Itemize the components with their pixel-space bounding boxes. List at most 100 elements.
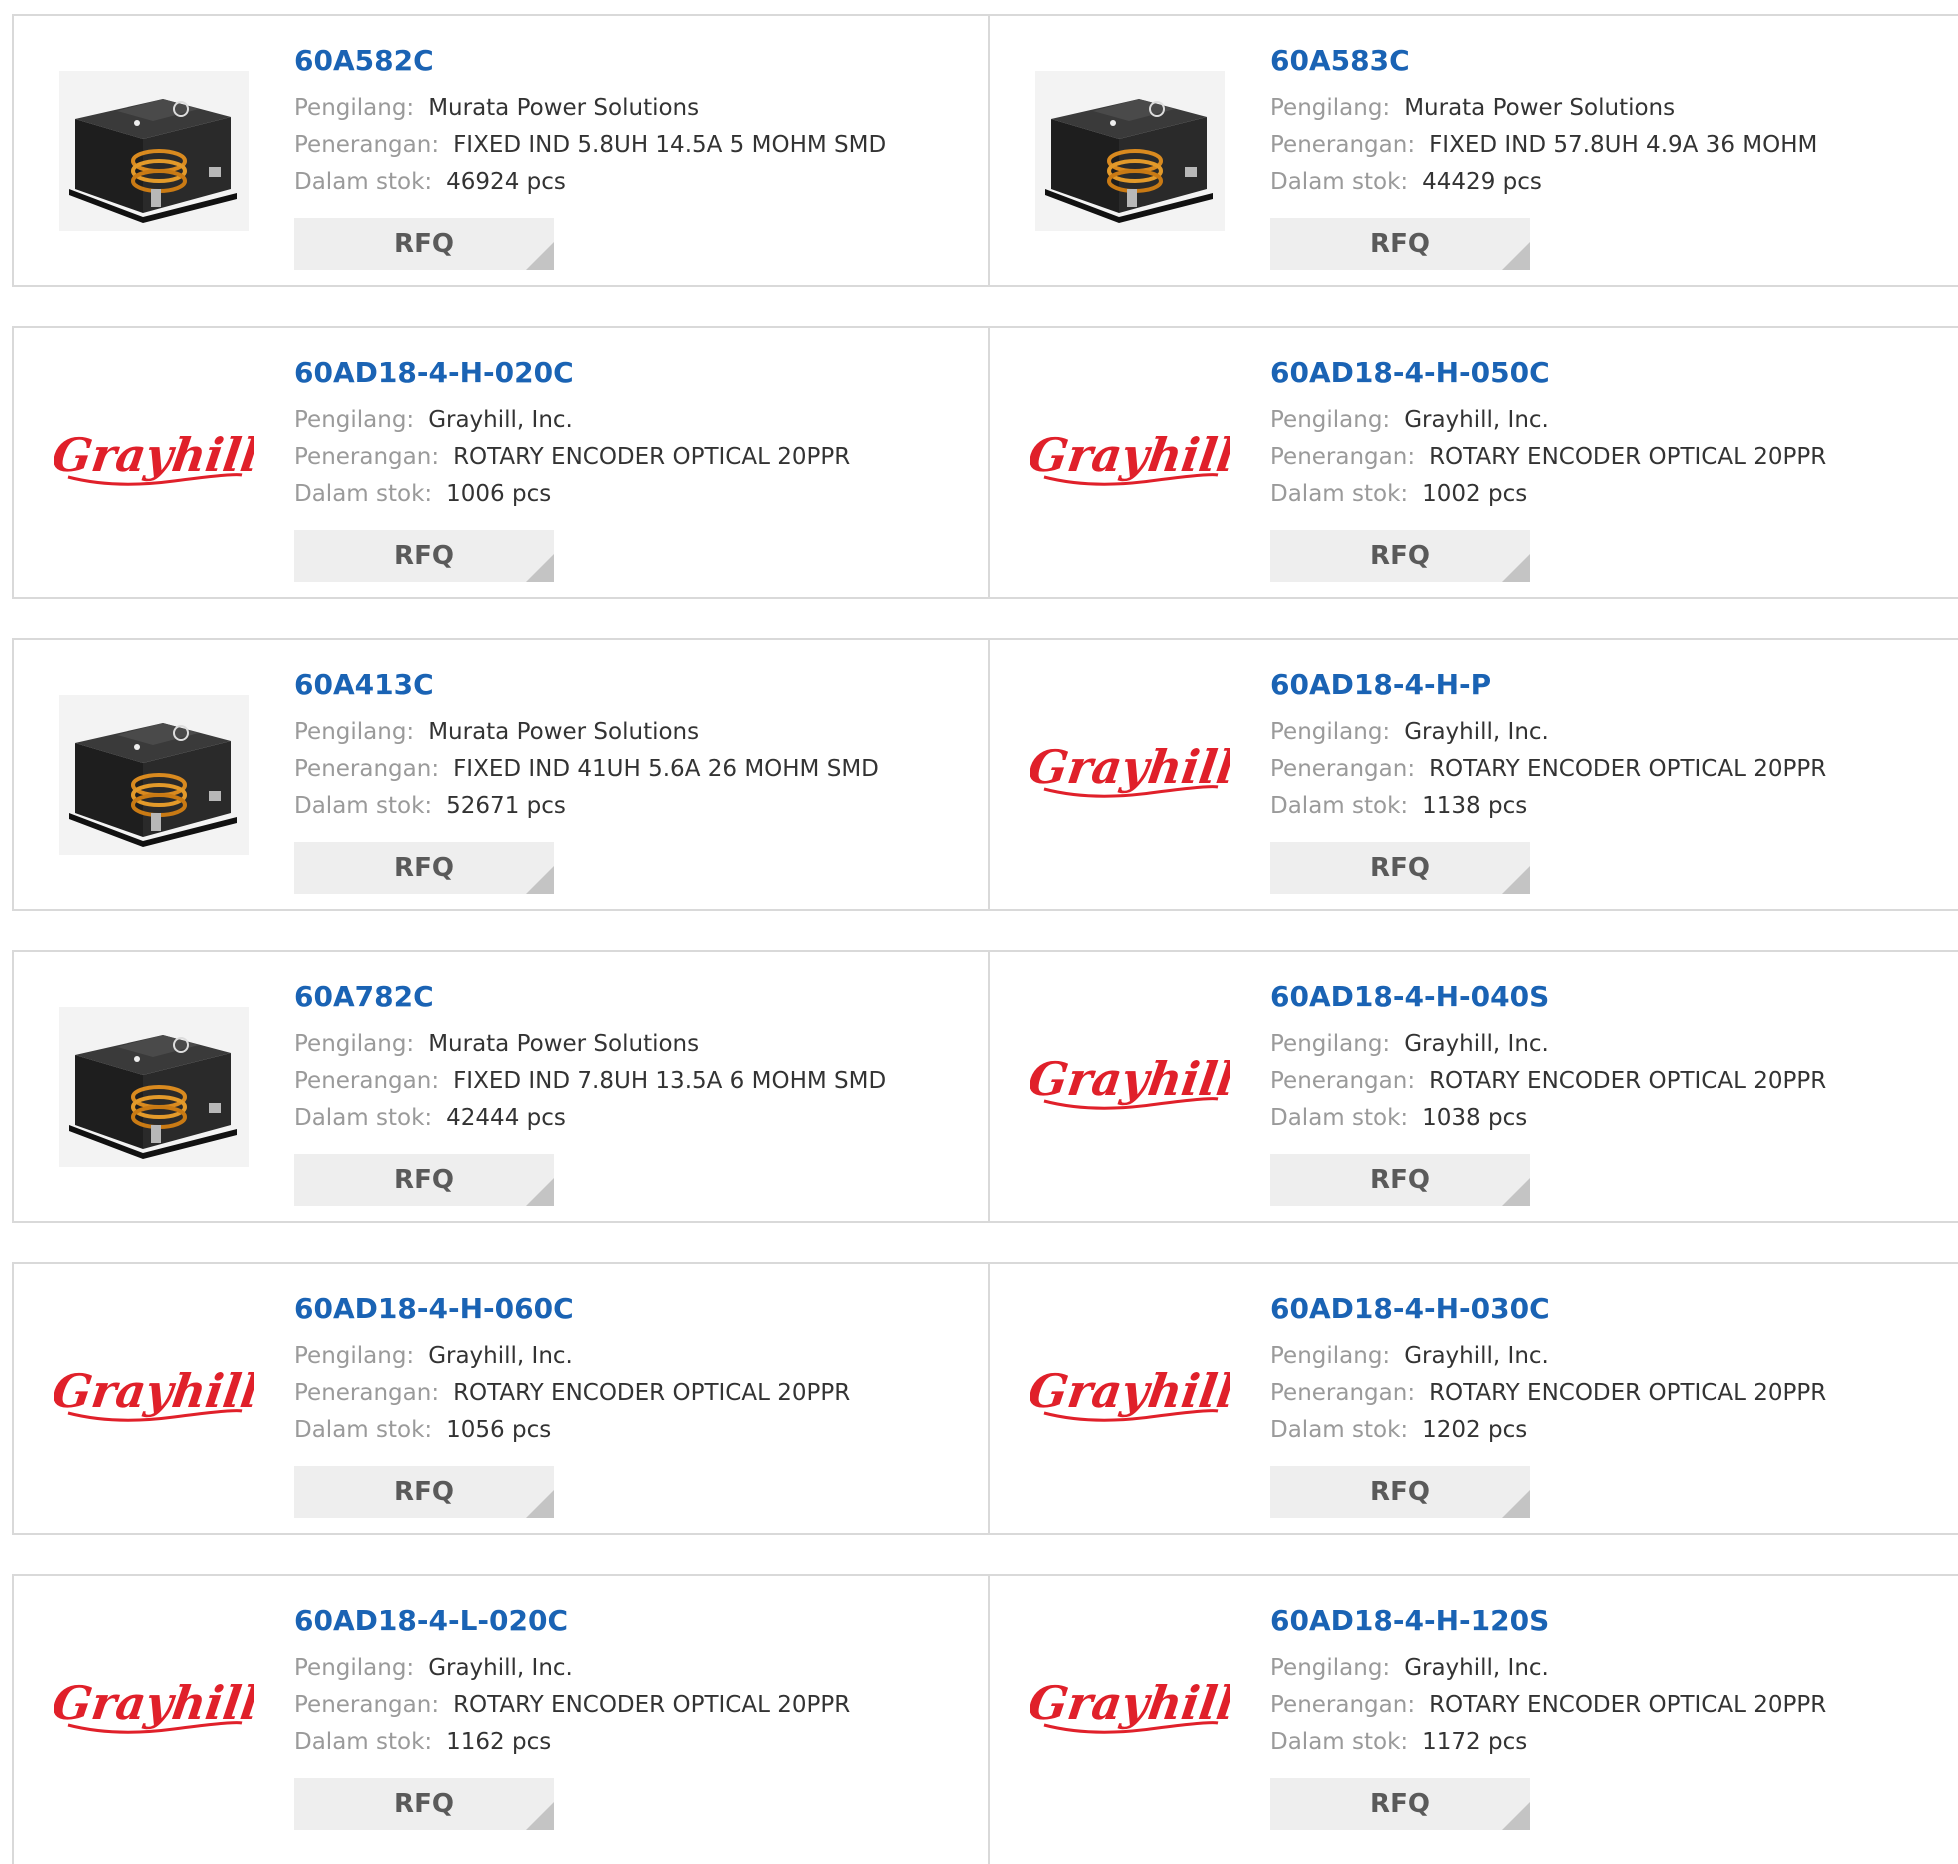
stock-row: Dalam stok: 1202 pcs: [1270, 1412, 1930, 1449]
stock-value: 42444 pcs: [446, 1105, 566, 1131]
description-value: ROTARY ENCODER OPTICAL 20PPR: [453, 444, 851, 470]
manufacturer-value: Grayhill, Inc.: [1404, 407, 1549, 433]
manufacturer-label: Pengilang:: [1270, 1655, 1391, 1681]
part-number-link[interactable]: 60AD18-4-H-050C: [1270, 356, 1930, 390]
stock-label: Dalam stok:: [1270, 793, 1409, 819]
manufacturer-row: Pengilang: Murata Power Solutions: [1270, 90, 1930, 127]
grayhill-logo-icon: Grayhill: [1030, 740, 1230, 798]
rfq-button[interactable]: RFQ: [1270, 842, 1530, 894]
manufacturer-value: Murata Power Solutions: [428, 1031, 700, 1057]
grayhill-logo-icon: Grayhill: [1030, 1052, 1230, 1110]
description-row: Penerangan: ROTARY ENCODER OPTICAL 20PPR: [294, 439, 954, 476]
stock-label: Dalam stok:: [294, 793, 433, 819]
product-image[interactable]: Grayhill: [54, 1626, 254, 1796]
product-image[interactable]: [54, 66, 254, 236]
manufacturer-label: Pengilang:: [294, 95, 415, 121]
stock-value: 1202 pcs: [1422, 1417, 1528, 1443]
product-image[interactable]: Grayhill: [1030, 378, 1230, 548]
manufacturer-row: Pengilang: Grayhill, Inc.: [1270, 1650, 1930, 1687]
product-image[interactable]: Grayhill: [1030, 1314, 1230, 1484]
description-row: Penerangan: FIXED IND 41UH 5.6A 26 MOHM S…: [294, 751, 954, 788]
part-number-link[interactable]: 60AD18-4-L-020C: [294, 1604, 954, 1638]
rfq-button[interactable]: RFQ: [1270, 218, 1530, 270]
part-number-link[interactable]: 60A582C: [294, 44, 954, 78]
description-value: ROTARY ENCODER OPTICAL 20PPR: [1429, 756, 1827, 782]
description-label: Penerangan:: [1270, 132, 1416, 158]
product-image[interactable]: Grayhill: [1030, 1002, 1230, 1172]
manufacturer-row: Pengilang: Grayhill, Inc.: [1270, 714, 1930, 751]
description-value: FIXED IND 57.8UH 4.9A 36 MOHM: [1429, 132, 1818, 158]
corner-triangle-icon: [526, 1802, 554, 1830]
product-image[interactable]: Grayhill: [1030, 1626, 1230, 1796]
rfq-label: RFQ: [394, 541, 454, 571]
corner-triangle-icon: [526, 554, 554, 582]
product-card: 60A583C Pengilang: Murata Power Solutions…: [990, 16, 1958, 285]
product-row: Grayhill 60AD18-4-H-020C Pengilang: Grayh…: [12, 326, 1958, 599]
description-value: ROTARY ENCODER OPTICAL 20PPR: [453, 1692, 851, 1718]
product-info: 60A413C Pengilang: Murata Power Solutions…: [294, 668, 954, 825]
stock-row: Dalam stok: 46924 pcs: [294, 164, 954, 201]
rfq-button[interactable]: RFQ: [294, 1466, 554, 1518]
description-row: Penerangan: FIXED IND 5.8UH 14.5A 5 MOHM …: [294, 127, 954, 164]
manufacturer-row: Pengilang: Murata Power Solutions: [294, 714, 954, 751]
product-image[interactable]: Grayhill: [1030, 690, 1230, 860]
stock-label: Dalam stok:: [1270, 169, 1409, 195]
rfq-label: RFQ: [394, 1477, 454, 1507]
rfq-label: RFQ: [1370, 229, 1430, 259]
product-info: 60AD18-4-H-050C Pengilang: Grayhill, Inc.…: [1270, 356, 1930, 513]
rfq-button[interactable]: RFQ: [1270, 1466, 1530, 1518]
product-card: 60A782C Pengilang: Murata Power Solutions…: [12, 952, 990, 1221]
rfq-label: RFQ: [1370, 541, 1430, 571]
stock-value: 1056 pcs: [446, 1417, 552, 1443]
product-image[interactable]: Grayhill: [54, 1314, 254, 1484]
rfq-button[interactable]: RFQ: [294, 1778, 554, 1830]
product-image[interactable]: [1030, 66, 1230, 236]
product-card: 60A582C Pengilang: Murata Power Solutions…: [12, 16, 990, 285]
description-label: Penerangan:: [294, 1380, 440, 1406]
product-image[interactable]: [54, 690, 254, 860]
product-info: 60AD18-4-L-020C Pengilang: Grayhill, Inc.…: [294, 1604, 954, 1761]
stock-row: Dalam stok: 42444 pcs: [294, 1100, 954, 1137]
product-card: Grayhill 60AD18-4-H-030C Pengilang: Grayh…: [990, 1264, 1958, 1533]
grayhill-logo-icon: Grayhill: [54, 428, 254, 486]
stock-row: Dalam stok: 1162 pcs: [294, 1724, 954, 1761]
description-row: Penerangan: ROTARY ENCODER OPTICAL 20PPR: [1270, 1375, 1930, 1412]
rfq-label: RFQ: [1370, 1789, 1430, 1819]
manufacturer-label: Pengilang:: [294, 1655, 415, 1681]
rfq-button[interactable]: RFQ: [1270, 530, 1530, 582]
part-number-link[interactable]: 60A782C: [294, 980, 954, 1014]
manufacturer-value: Grayhill, Inc.: [1404, 1655, 1549, 1681]
product-image[interactable]: [54, 1002, 254, 1172]
description-row: Penerangan: FIXED IND 7.8UH 13.5A 6 MOHM …: [294, 1063, 954, 1100]
part-number-link[interactable]: 60AD18-4-H-120S: [1270, 1604, 1930, 1638]
manufacturer-row: Pengilang: Grayhill, Inc.: [294, 1338, 954, 1375]
part-number-link[interactable]: 60AD18-4-H-060C: [294, 1292, 954, 1326]
rfq-button[interactable]: RFQ: [294, 1154, 554, 1206]
corner-triangle-icon: [1502, 1802, 1530, 1830]
part-number-link[interactable]: 60AD18-4-H-040S: [1270, 980, 1930, 1014]
manufacturer-value: Grayhill, Inc.: [428, 407, 573, 433]
description-label: Penerangan:: [294, 444, 440, 470]
rfq-button[interactable]: RFQ: [294, 842, 554, 894]
part-number-link[interactable]: 60AD18-4-H-030C: [1270, 1292, 1930, 1326]
corner-triangle-icon: [1502, 554, 1530, 582]
manufacturer-label: Pengilang:: [294, 1343, 415, 1369]
rfq-button[interactable]: RFQ: [1270, 1154, 1530, 1206]
product-row: 60A413C Pengilang: Murata Power Solutions…: [12, 638, 1958, 911]
manufacturer-label: Pengilang:: [294, 719, 415, 745]
part-number-link[interactable]: 60A583C: [1270, 44, 1930, 78]
stock-value: 1172 pcs: [1422, 1729, 1528, 1755]
part-number-link[interactable]: 60A413C: [294, 668, 954, 702]
product-card: 60A413C Pengilang: Murata Power Solutions…: [12, 640, 990, 909]
product-card: Grayhill 60AD18-4-H-020C Pengilang: Grayh…: [12, 328, 990, 597]
product-image[interactable]: Grayhill: [54, 378, 254, 548]
inductor-photo-icon: [59, 1007, 249, 1167]
rfq-button[interactable]: RFQ: [1270, 1778, 1530, 1830]
rfq-button[interactable]: RFQ: [294, 218, 554, 270]
manufacturer-label: Pengilang:: [294, 407, 415, 433]
part-number-link[interactable]: 60AD18-4-H-020C: [294, 356, 954, 390]
manufacturer-value: Grayhill, Inc.: [1404, 719, 1549, 745]
stock-value: 1006 pcs: [446, 481, 552, 507]
part-number-link[interactable]: 60AD18-4-H-P: [1270, 668, 1930, 702]
rfq-button[interactable]: RFQ: [294, 530, 554, 582]
